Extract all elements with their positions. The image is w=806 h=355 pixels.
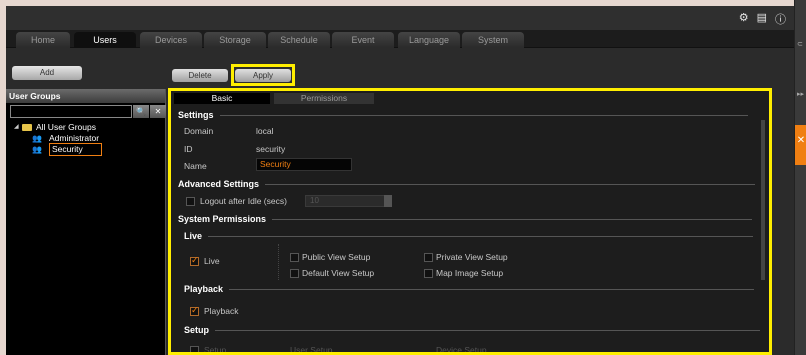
- user-group-icon: 👥: [32, 134, 42, 143]
- nav-tab-event[interactable]: Event: [332, 32, 394, 48]
- tree-item-security[interactable]: 👥 Security: [14, 143, 102, 156]
- collapse-handle[interactable]: ⊂: [797, 40, 805, 54]
- nav-tab-devices[interactable]: Devices: [140, 32, 202, 48]
- user-group-icon: 👥: [32, 145, 42, 154]
- info-icon[interactable]: ⓘ: [775, 11, 786, 27]
- expand-handle[interactable]: ▸▸: [797, 90, 804, 98]
- expand-arrow-icon[interactable]: ◢: [14, 122, 22, 133]
- settings-highlight-box: [168, 88, 772, 355]
- tree-item-all-user-groups[interactable]: ◢ All User Groups: [14, 122, 102, 133]
- nav-tab-system[interactable]: System: [462, 32, 524, 48]
- apply-highlight-box: [231, 64, 295, 86]
- nav-tab-language[interactable]: Language: [398, 32, 460, 48]
- search-icon[interactable]: 🔍: [133, 105, 149, 118]
- gear-icon[interactable]: ⚙: [739, 11, 749, 27]
- add-button[interactable]: Add: [12, 66, 82, 80]
- nav-tab-users[interactable]: Users: [74, 32, 136, 48]
- right-side-panel: ⊂ ▸▸ ✕: [794, 0, 806, 355]
- delete-button[interactable]: Delete: [172, 69, 228, 82]
- clear-icon[interactable]: ✕: [150, 105, 166, 118]
- user-groups-title: User Groups: [6, 89, 165, 103]
- group-search-input[interactable]: [10, 105, 132, 118]
- document-icon[interactable]: ▤: [757, 11, 767, 27]
- nav-tab-home[interactable]: Home: [16, 32, 70, 48]
- main-nav: Home Users Devices Storage Schedule Even…: [6, 30, 794, 48]
- tree-item-label: Security: [49, 143, 102, 156]
- tree-item-label: All User Groups: [36, 122, 96, 132]
- nav-tab-schedule[interactable]: Schedule: [268, 32, 330, 48]
- folder-icon: [22, 124, 32, 131]
- user-groups-panel: User Groups 🔍 ✕ ◢ All User Groups 👥 Admi…: [6, 89, 166, 355]
- nav-tab-storage[interactable]: Storage: [204, 32, 266, 48]
- tools-icon[interactable]: ✕: [795, 125, 806, 165]
- top-bar: ⚙ ▤ ⓘ: [6, 6, 794, 30]
- group-tree: ◢ All User Groups 👥 Administrator 👥 Secu…: [14, 122, 102, 156]
